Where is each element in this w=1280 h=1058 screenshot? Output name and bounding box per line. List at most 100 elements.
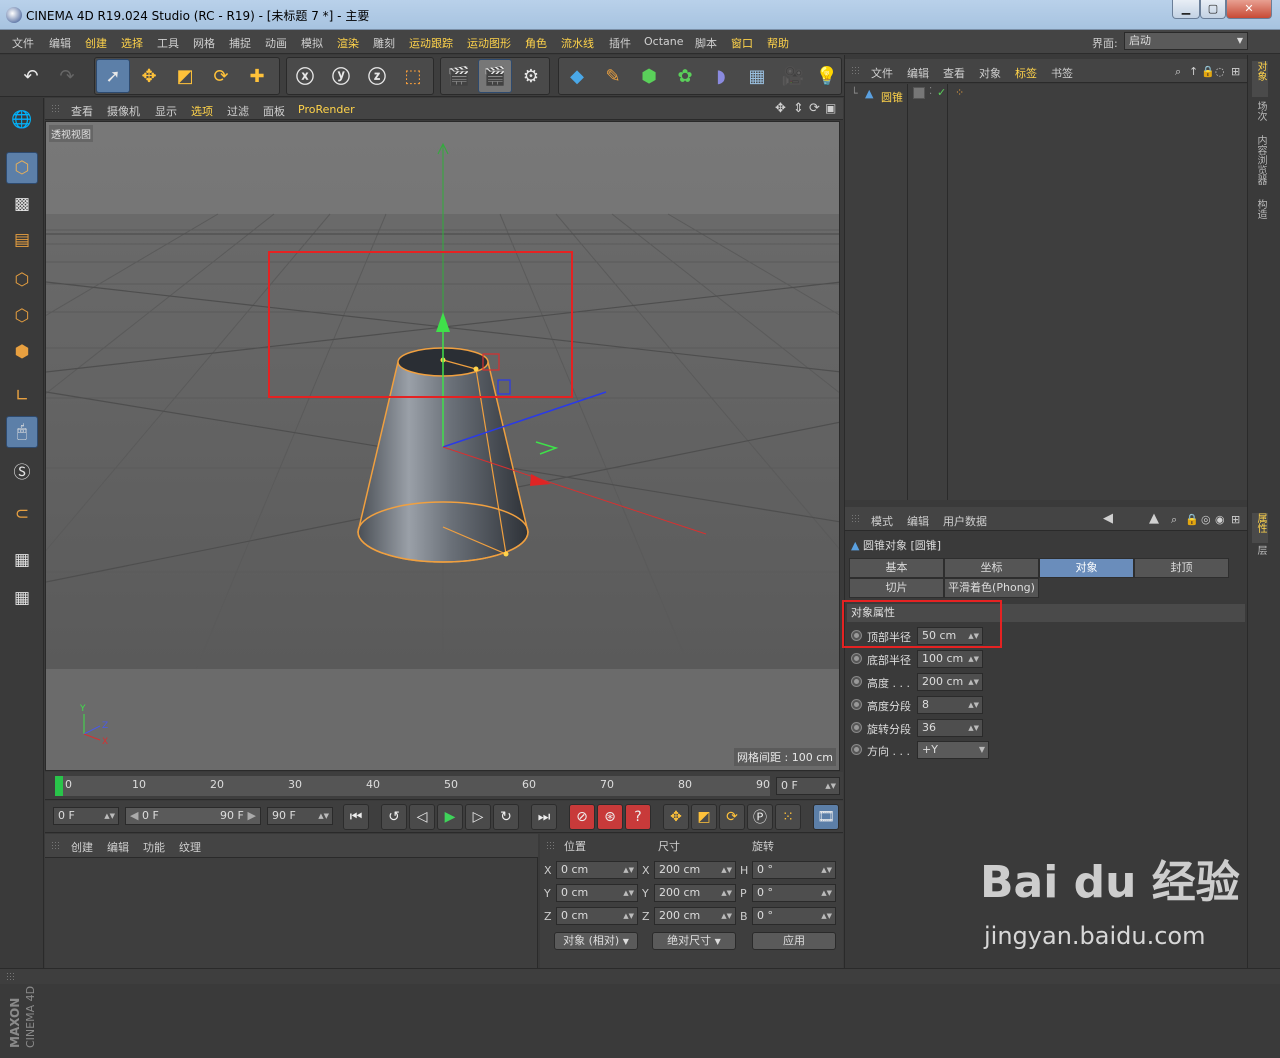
rotation-b-field[interactable]: 0 ° ▲▼ [752,907,836,925]
redo-icon[interactable]: ↷ [50,59,84,93]
object-menu-view[interactable]: 查看 [943,65,965,81]
menu-render[interactable]: 渲染 [337,35,359,51]
pen-spline-icon[interactable]: ✎ [596,59,630,93]
side-tab-attributes[interactable]: 属性 [1252,513,1268,543]
attribute-menu-userdata[interactable]: 用户数据 [943,513,987,529]
search-icon[interactable]: ⌕ [1175,65,1181,79]
viewport-menu-panel[interactable]: 面板 [263,103,285,119]
goto-end-icon[interactable]: ⏭ [531,804,557,830]
texture-mode-icon[interactable]: ▩ [6,188,38,220]
timeline-window-icon[interactable]: 🎞 [813,804,839,830]
next-frame-icon[interactable]: ▷ [465,804,491,830]
top-radius-input[interactable]: 50 cm ▲▼ [917,627,983,645]
timeline-ruler[interactable]: 0 10 20 30 40 50 60 70 80 90 [55,776,770,796]
y-axis-lock-icon[interactable]: ⓨ [324,59,358,93]
menu-simulate[interactable]: 模拟 [301,35,323,51]
object-menu-objects[interactable]: 对象 [979,65,1001,81]
object-menu-edit[interactable]: 编辑 [907,65,929,81]
lock-icon[interactable]: 🔒 [1185,513,1199,526]
magnet-icon[interactable]: ⊂ [6,498,38,530]
cube-object-icon[interactable]: ◆ [560,59,594,93]
layer-icon[interactable] [913,87,925,99]
material-menu-function[interactable]: 功能 [143,839,165,855]
tab-slice[interactable]: 切片 [849,578,944,598]
key-scale-icon[interactable]: ◩ [691,804,717,830]
new-window-icon[interactable]: ⊞ [1231,513,1240,526]
add-tool-icon[interactable]: ✚ [240,59,274,93]
layout-dropdown[interactable]: 启动 ▼ [1124,32,1248,50]
menu-sculpt[interactable]: 雕刻 [373,35,395,51]
subdivision-surface-icon[interactable]: ⬢ [632,59,666,93]
position-y-field[interactable]: 0 cm ▲▼ [556,884,638,902]
viewport-nav-move-icon[interactable]: ✥ [775,101,786,116]
deformer-icon[interactable]: ◗ [704,59,738,93]
animate-radio-icon[interactable] [851,722,862,733]
animate-radio-icon[interactable] [851,653,862,664]
key-position-icon[interactable]: ✥ [663,804,689,830]
object-row[interactable]: └ ▲ 圆锥 ⁚ ✓ ⁘ [847,86,1245,104]
preview-range-slider[interactable]: ◀ 0 F 90 F ▶ [125,807,261,825]
viewport-menu-camera[interactable]: 摄像机 [107,103,140,119]
position-x-field[interactable]: 0 cm ▲▼ [556,861,638,879]
position-z-field[interactable]: 0 cm ▲▼ [556,907,638,925]
tab-basic[interactable]: 基本 [849,558,944,578]
side-tab-content-browser[interactable]: 内容浏览器 [1252,135,1268,195]
render-settings-icon[interactable]: ⚙ [514,59,548,93]
cloner-icon[interactable]: ✿ [668,59,702,93]
up-arrow-icon[interactable]: ↑ [1189,65,1198,78]
menu-mesh[interactable]: 网格 [193,35,215,51]
minimize-button[interactable]: ▁ [1172,0,1200,19]
material-menu-create[interactable]: 创建 [71,839,93,855]
points-mode-icon[interactable]: ⬡ [6,264,38,296]
size-z-field[interactable]: 200 cm ▲▼ [654,907,736,925]
menu-animate[interactable]: 动画 [265,35,287,51]
rotation-segments-input[interactable]: 36 ▲▼ [917,719,983,737]
key-parameter-icon[interactable]: Ⓟ [747,804,773,830]
menu-create[interactable]: 创建 [85,35,107,51]
floor-scene-icon[interactable]: ▦ [740,59,774,93]
height-input[interactable]: 200 cm ▲▼ [917,673,983,691]
current-frame-field[interactable]: 0 F ▲▼ [776,777,840,795]
material-menu-edit[interactable]: 编辑 [107,839,129,855]
camera-icon[interactable]: 🎥 [776,59,810,93]
key-rotation-icon[interactable]: ⟳ [719,804,745,830]
snap-icon[interactable]: Ⓢ [6,454,38,486]
size-x-field[interactable]: 200 cm ▲▼ [654,861,736,879]
scale-tool-icon[interactable]: ◩ [168,59,202,93]
animate-radio-icon[interactable] [851,744,862,755]
object-menu-file[interactable]: 文件 [871,65,893,81]
lock-icon[interactable]: 🔒 [1201,65,1215,78]
end-frame-field[interactable]: 90 F ▲▼ [267,807,333,825]
viewport-nav-rotate-icon[interactable]: ⟳ [809,101,820,116]
render-to-picture-viewer-icon[interactable]: 🎬 [478,59,512,93]
enabled-check-icon[interactable]: ✓ [937,86,946,99]
render-view-icon[interactable]: 🎬 [442,59,476,93]
viewport-menu-options[interactable]: 选项 [191,103,213,119]
x-axis-lock-icon[interactable]: ⓧ [288,59,322,93]
keyframe-selection-icon[interactable]: ? [625,804,651,830]
height-segments-input[interactable]: 8 ▲▼ [917,696,983,714]
maximize-button[interactable]: ▢ [1200,0,1226,19]
start-frame-field[interactable]: 0 F ▲▼ [53,807,119,825]
apply-button[interactable]: 应用 [752,932,836,950]
play-icon[interactable]: ▶ [437,804,463,830]
polygons-mode-icon[interactable]: ⬢ [6,336,38,368]
menu-character[interactable]: 角色 [525,35,547,51]
settings-icon[interactable]: ◉ [1215,513,1225,526]
viewport-menu-prorender[interactable]: ProRender [298,103,355,116]
object-menu-tags[interactable]: 标签 [1015,65,1037,81]
target-icon[interactable]: ◎ [1201,513,1211,526]
record-active-icon[interactable]: ⊘ [569,804,595,830]
model-mode-icon[interactable]: ⬡ [6,152,38,184]
rotation-p-field[interactable]: 0 ° ▲▼ [752,884,836,902]
menu-file[interactable]: 文件 [12,35,34,51]
goto-start-icon[interactable]: ⏮ [343,804,369,830]
undo-icon[interactable]: ↶ [14,59,48,93]
phong-tag-icon[interactable]: ⁘ [955,86,964,99]
material-menu-texture[interactable]: 纹理 [179,839,201,855]
autokey-icon[interactable]: ⊛ [597,804,623,830]
tab-object[interactable]: 对象 [1039,558,1134,578]
make-editable-icon[interactable]: 🌐 [6,104,38,136]
bottom-radius-input[interactable]: 100 cm ▲▼ [917,650,983,668]
rotate-tool-icon[interactable]: ⟳ [204,59,238,93]
